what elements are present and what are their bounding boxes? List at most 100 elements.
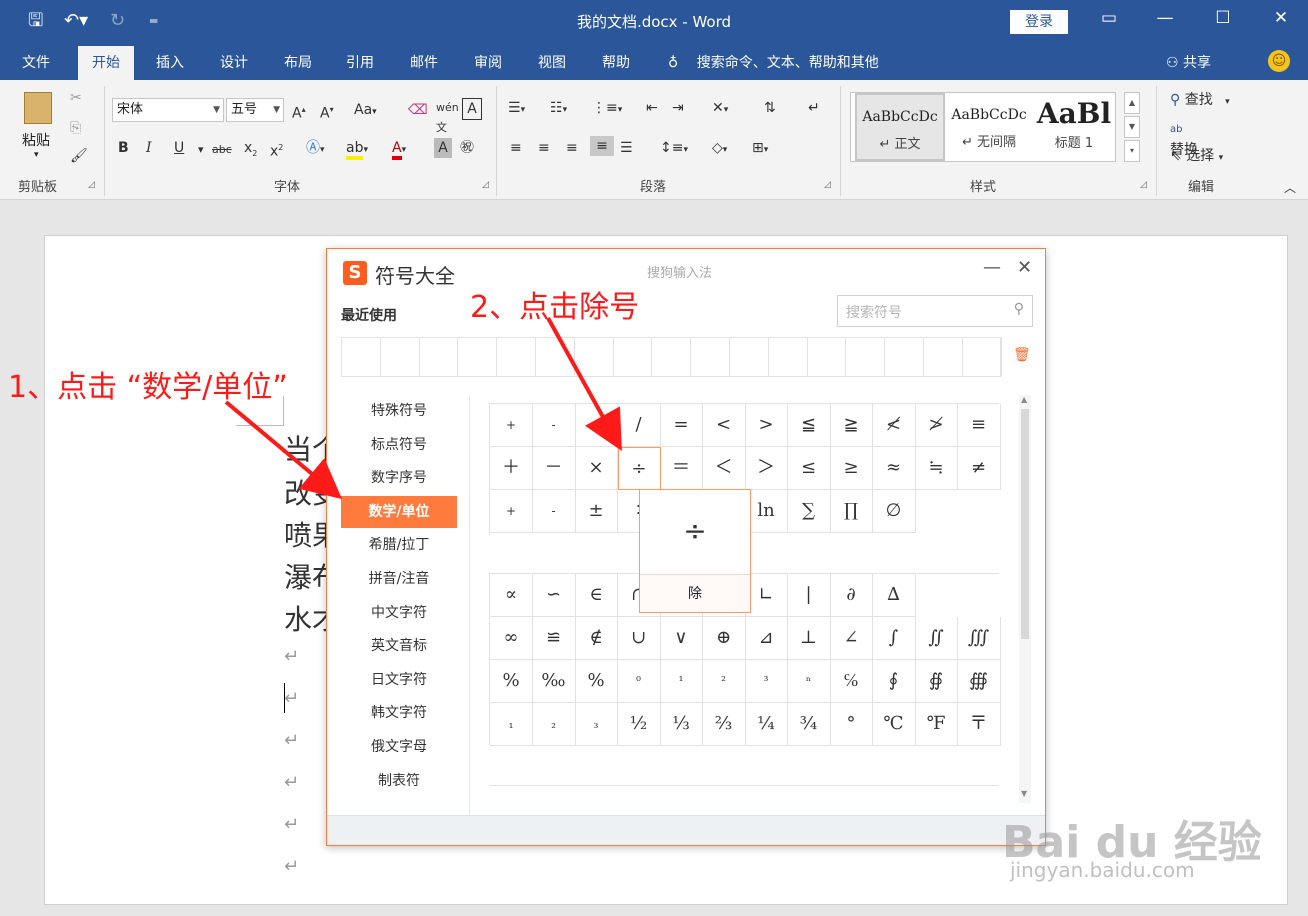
symbol-cell[interactable]: ÷ [617, 447, 661, 490]
recent-symbol-slot[interactable] [808, 338, 847, 376]
symbol-cell[interactable]: < [702, 404, 746, 447]
recent-symbol-slot[interactable] [769, 338, 808, 376]
recent-symbol-slot[interactable] [420, 338, 459, 376]
category-item[interactable]: 中文字符 [341, 597, 457, 629]
category-item[interactable]: 标点符号 [341, 429, 457, 461]
symbol-cell[interactable]: ∭ [957, 617, 1001, 660]
symbol-cell[interactable]: ∰ [957, 660, 1001, 703]
font-launcher-icon[interactable]: ◿ [482, 180, 489, 190]
ribbon-display-icon[interactable]: ▭ [1094, 8, 1124, 28]
symbol-cell[interactable]: ∨ [660, 617, 703, 660]
symbol-cell[interactable]: / [617, 404, 661, 447]
dialog-minimize-icon[interactable]: — [983, 257, 1001, 278]
symbol-cell[interactable]: ⊥ [787, 617, 831, 660]
recent-symbol-slot[interactable] [846, 338, 886, 376]
category-item[interactable]: 英文音标 [341, 630, 457, 662]
subscript-icon[interactable]: x2 [244, 138, 257, 164]
symbol-cell[interactable]: - [532, 490, 576, 533]
symbol-cell[interactable]: • [575, 404, 618, 447]
symbol-cell[interactable]: % [575, 660, 618, 703]
symbol-cell[interactable]: ＝ [660, 447, 703, 490]
symbol-cell[interactable]: = [660, 404, 703, 447]
tell-me-search[interactable]: ♁ 搜索命令、文本、帮助和其他 [668, 52, 879, 72]
tab-mailings[interactable]: 邮件 [410, 52, 438, 72]
symbol-cell[interactable]: ¾ [787, 703, 831, 746]
symbol-cell[interactable]: ∆ [872, 574, 916, 617]
minimize-icon[interactable]: — [1150, 8, 1180, 28]
symbol-cell[interactable]: ₁ [490, 703, 533, 746]
symbol-cell[interactable]: ∽ [532, 574, 576, 617]
style-heading-1[interactable]: AaBl 标题 1 [1035, 93, 1113, 161]
increase-indent-icon[interactable]: ⇥ [672, 98, 684, 118]
dialog-close-icon[interactable]: ✕ [1017, 257, 1032, 278]
symbol-cell[interactable]: ¼ [745, 703, 788, 746]
symbol-cell[interactable]: ∏ [830, 490, 873, 533]
symbol-cell[interactable]: ∟ [745, 574, 788, 617]
symbol-search-input[interactable]: 搜索符号 ⚲ [837, 295, 1033, 327]
symbol-cell[interactable]: ⁿ [787, 660, 831, 703]
change-case-button[interactable]: Aa▾ [354, 100, 377, 122]
tab-home[interactable]: 开始 [78, 46, 134, 80]
symbol-cell[interactable]: ⅓ [660, 703, 703, 746]
maximize-icon[interactable]: ☐ [1208, 8, 1238, 28]
symbol-cell[interactable]: ₃ [575, 703, 618, 746]
tab-design[interactable]: 设计 [220, 52, 248, 72]
superscript-icon[interactable]: x2 [270, 138, 283, 162]
font-name-combo[interactable]: 宋体 ▼ [112, 98, 224, 122]
symbol-cell[interactable]: ≧ [830, 404, 873, 447]
symbol-cell[interactable]: ∞ [490, 617, 533, 660]
distributed-icon[interactable]: ☰ [620, 138, 633, 158]
cut-icon[interactable]: ✂ [70, 88, 82, 108]
recent-symbol-slot[interactable] [381, 338, 420, 376]
tab-view[interactable]: 视图 [538, 52, 566, 72]
text-effects-icon[interactable]: Ⓐ▾ [306, 138, 325, 160]
multilevel-list-icon[interactable]: ⋮≡▾ [592, 98, 622, 120]
category-item[interactable]: 拼音/注音 [341, 563, 457, 595]
style-normal[interactable]: AaBbCcDc ↵ 正文 [855, 93, 945, 161]
symbol-cell[interactable]: ∪ [617, 617, 661, 660]
strikethrough-icon[interactable]: abc [212, 140, 232, 160]
find-button[interactable]: ⚲ 查找 ▾ [1170, 90, 1230, 112]
align-right-icon[interactable]: ≡ [566, 138, 578, 158]
character-border-icon[interactable]: A [462, 98, 482, 120]
recent-symbol-slot[interactable] [924, 338, 963, 376]
align-left-icon[interactable]: ≡ [510, 138, 522, 158]
symbol-cell[interactable]: ³ [745, 660, 788, 703]
category-item[interactable]: 日文字符 [341, 664, 457, 696]
decrease-indent-icon[interactable]: ⇤ [646, 98, 658, 118]
symbol-cell[interactable]: ∬ [915, 617, 958, 660]
category-item[interactable]: 特殊符号 [341, 395, 457, 427]
recent-symbol-slot[interactable] [342, 338, 381, 376]
feedback-smiley-icon[interactable]: ☺ [1268, 50, 1290, 72]
line-spacing-icon[interactable]: ↕≡▾ [660, 138, 688, 160]
symbol-cell[interactable]: ≤ [787, 447, 831, 490]
symbol-cell[interactable]: ⊿ [745, 617, 788, 660]
symbol-cell[interactable]: ¹ [660, 660, 703, 703]
symbol-cell[interactable]: ⁰ [617, 660, 661, 703]
symbol-cell[interactable]: ∯ [915, 660, 958, 703]
symbol-cell[interactable]: ± [575, 490, 618, 533]
recent-symbol-slot[interactable] [497, 338, 536, 376]
styles-scroll-up-icon[interactable]: ▲ [1124, 92, 1140, 114]
symbol-cell[interactable]: ∫ [872, 617, 916, 660]
font-color-icon[interactable]: A▾ [392, 138, 406, 160]
collapse-ribbon-icon[interactable]: ︿ [1284, 178, 1296, 198]
underline-dropdown-icon[interactable]: ▾ [198, 140, 204, 160]
phonetic-guide-icon[interactable]: wén 文 [436, 98, 459, 138]
symbol-cell[interactable]: % [490, 660, 533, 703]
symbol-cell[interactable]: ∅ [872, 490, 916, 533]
symbol-cell[interactable]: ° [830, 703, 873, 746]
styles-scroll-down-icon[interactable]: ▼ [1124, 116, 1140, 138]
symbol-cell[interactable]: ⅔ [702, 703, 746, 746]
format-painter-icon[interactable]: 🖌 [70, 146, 88, 166]
category-item[interactable]: 俄文字母 [341, 731, 457, 763]
tab-review[interactable]: 审阅 [474, 52, 502, 72]
shading-icon[interactable]: ◇▾ [712, 138, 727, 160]
underline-icon[interactable]: U [174, 138, 184, 158]
symbol-cell[interactable]: － [532, 447, 576, 490]
symbol-cell[interactable]: + [490, 490, 533, 533]
symbol-cell[interactable]: ∂ [830, 574, 873, 617]
select-button[interactable]: ⇖ 选择 ▾ [1170, 146, 1223, 168]
font-size-combo[interactable]: 五号 ▼ [226, 98, 284, 122]
symbol-cell[interactable]: + [490, 404, 533, 447]
